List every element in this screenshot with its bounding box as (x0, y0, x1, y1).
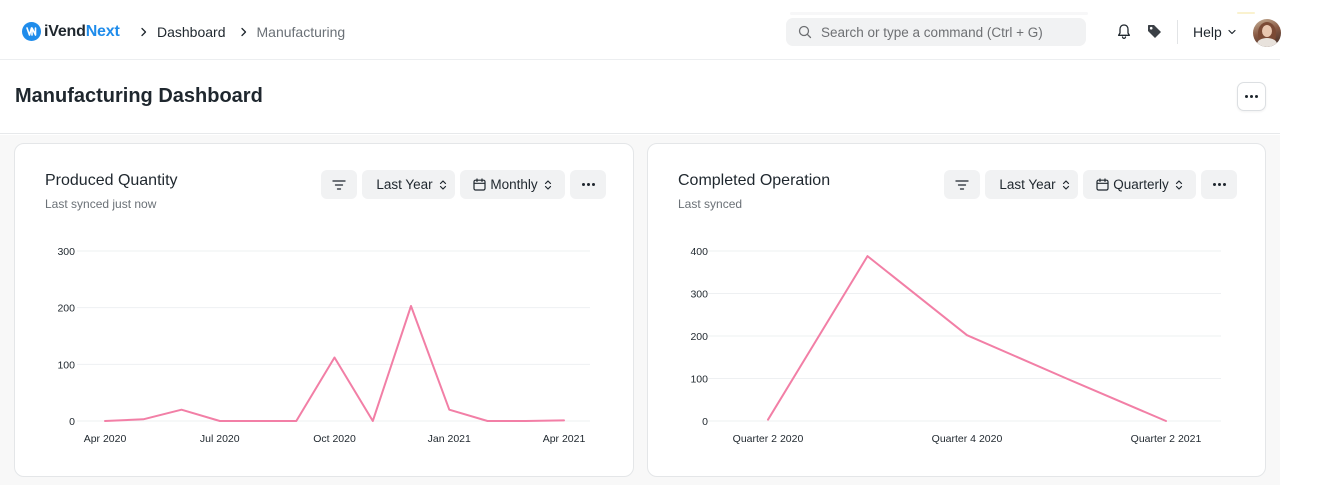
series-line (767, 255, 1167, 422)
avatar-face (1262, 25, 1272, 37)
data-point[interactable] (141, 417, 146, 422)
y-tick-label: 300 (57, 246, 75, 258)
breadcrumb-manufacturing[interactable]: Manufacturing (257, 24, 346, 40)
data-point[interactable] (1064, 376, 1069, 381)
avatar-highlight (1237, 12, 1255, 14)
x-tick-label: Apr 2020 (84, 433, 127, 445)
brand-name-part2: Next (85, 22, 120, 40)
avatar-body (1257, 38, 1277, 47)
logo-icon (22, 22, 41, 41)
x-tick-label: Apr 2021 (543, 433, 586, 445)
data-point[interactable] (865, 254, 870, 259)
data-point[interactable] (1164, 419, 1169, 424)
y-tick-label: 100 (57, 359, 75, 371)
data-point[interactable] (409, 303, 414, 308)
data-point[interactable] (332, 355, 337, 360)
chart-card-completed-operation: Completed Operation Last synced Last Yea… (647, 143, 1266, 477)
tag-icon[interactable] (1146, 23, 1163, 40)
x-tick-label: Quarter 2 2021 (1131, 433, 1202, 445)
y-tick-label: 200 (690, 331, 708, 343)
search-bar-highlight (790, 12, 1088, 15)
chevron-right-icon (141, 27, 147, 37)
data-point[interactable] (256, 419, 261, 424)
y-tick-label: 200 (57, 303, 75, 315)
data-point[interactable] (179, 407, 184, 412)
data-point[interactable] (523, 419, 528, 424)
y-tick-label: 0 (702, 416, 708, 428)
chevron-right-icon (240, 27, 246, 37)
avatar[interactable] (1253, 19, 1281, 47)
x-tick-label: Quarter 4 2020 (932, 433, 1003, 445)
brand-name: iVendNext (44, 23, 120, 41)
chart-completed-operation: 0 100 200 300 400 Quarter 2 2020 Quarter 4 202… (690, 246, 1221, 445)
x-tick-label: Jan 2021 (428, 433, 471, 445)
data-point[interactable] (217, 419, 222, 424)
navbar-divider (1177, 20, 1178, 44)
brand-name-part1: iVend (44, 22, 86, 40)
search-bar[interactable] (786, 12, 1088, 46)
x-tick-label: Oct 2020 (313, 433, 356, 445)
data-point[interactable] (965, 333, 970, 338)
breadcrumb: Dashboard Manufacturing (137, 24, 345, 40)
data-point[interactable] (447, 407, 452, 412)
page-title: Manufacturing Dashboard (15, 85, 263, 107)
search-icon (798, 25, 812, 39)
y-tick-label: 400 (690, 246, 708, 258)
data-point[interactable] (294, 419, 299, 424)
y-tick-label: 0 (69, 416, 75, 428)
data-point[interactable] (103, 419, 108, 424)
data-point[interactable] (562, 418, 567, 423)
brand-logo[interactable]: iVendNext (22, 22, 120, 41)
navbar: iVendNext Dashboard Manufacturing Search… (0, 0, 1281, 60)
help-label: Help (1193, 24, 1222, 40)
breadcrumb-dashboard[interactable]: Dashboard (157, 24, 226, 40)
y-tick-label: 100 (690, 374, 708, 386)
page-more-button[interactable] (1237, 82, 1266, 111)
more-dots-icon (1245, 95, 1258, 98)
series-line (104, 305, 565, 422)
help-dropdown[interactable]: Help (1193, 24, 1237, 40)
app-root: iVendNext Dashboard Manufacturing Search… (0, 0, 1317, 485)
chart-produced-quantity: 0 100 200 300 Apr 2020 Jul 2020 Oct 2020 Jan 20… (57, 246, 590, 445)
page-header: Manufacturing Dashboard (0, 60, 1280, 134)
bell-icon[interactable] (1116, 23, 1132, 40)
search-input[interactable] (821, 24, 1071, 40)
data-point[interactable] (766, 417, 771, 422)
chart-card-produced-quantity: Produced Quantity Last synced just now L… (14, 143, 634, 477)
data-point[interactable] (370, 419, 375, 424)
x-tick-label: Quarter 2 2020 (733, 433, 804, 445)
y-tick-label: 300 (690, 289, 708, 301)
chevron-down-icon (1228, 29, 1236, 35)
data-point[interactable] (485, 419, 490, 424)
dashboard-content: Produced Quantity Last synced just now L… (0, 135, 1280, 485)
x-tick-label: Jul 2020 (200, 433, 240, 445)
